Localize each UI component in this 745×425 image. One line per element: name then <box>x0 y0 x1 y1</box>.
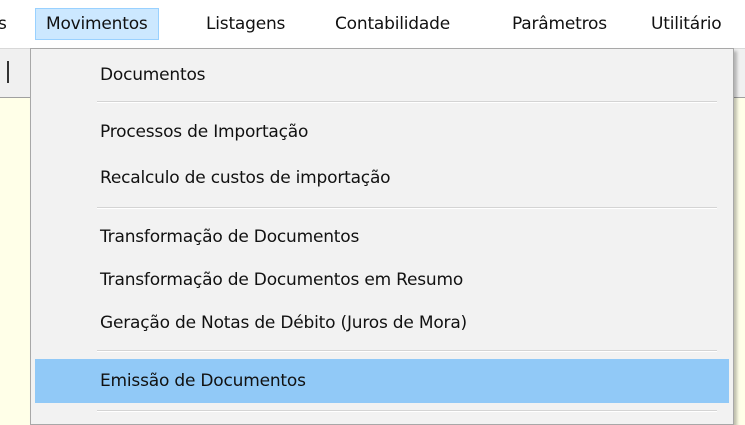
menubar-item-movimentos[interactable]: Movimentos <box>35 8 159 40</box>
menu-item-transformacao-resumo[interactable]: Transformação de Documentos em Resumo <box>35 258 729 302</box>
menubar-item-parametros[interactable]: Parâmetros <box>512 9 607 39</box>
menubar-item-utilitarios[interactable]: Utilitário <box>651 9 722 39</box>
menu-separator <box>97 410 717 412</box>
toolbar-separator <box>7 61 9 83</box>
menu-item-processos-importacao[interactable]: Processos de Importação <box>35 110 729 154</box>
menubar-item-partial[interactable]: s <box>0 9 7 39</box>
menu-item-recalculo-custos[interactable]: Recalculo de custos de importação <box>35 156 729 200</box>
menu-item-geracao-notas-debito[interactable]: Geração de Notas de Débito (Juros de Mor… <box>35 301 729 345</box>
menu-separator <box>97 101 717 103</box>
movimentos-dropdown-menu: Documentos Processos de Importação Recal… <box>30 48 734 425</box>
menu-separator <box>97 207 717 209</box>
menubar-item-contabilidade[interactable]: Contabilidade <box>335 9 450 39</box>
menu-item-transformacao-documentos[interactable]: Transformação de Documentos <box>35 215 729 259</box>
menu-item-documentos[interactable]: Documentos <box>35 53 729 97</box>
menu-item-emissao-documentos[interactable]: Emissão de Documentos <box>35 359 729 403</box>
menu-separator <box>97 350 717 352</box>
menu-bar: s Movimentos Listagens Contabilidade Par… <box>0 0 745 48</box>
menubar-item-listagens[interactable]: Listagens <box>206 9 285 39</box>
